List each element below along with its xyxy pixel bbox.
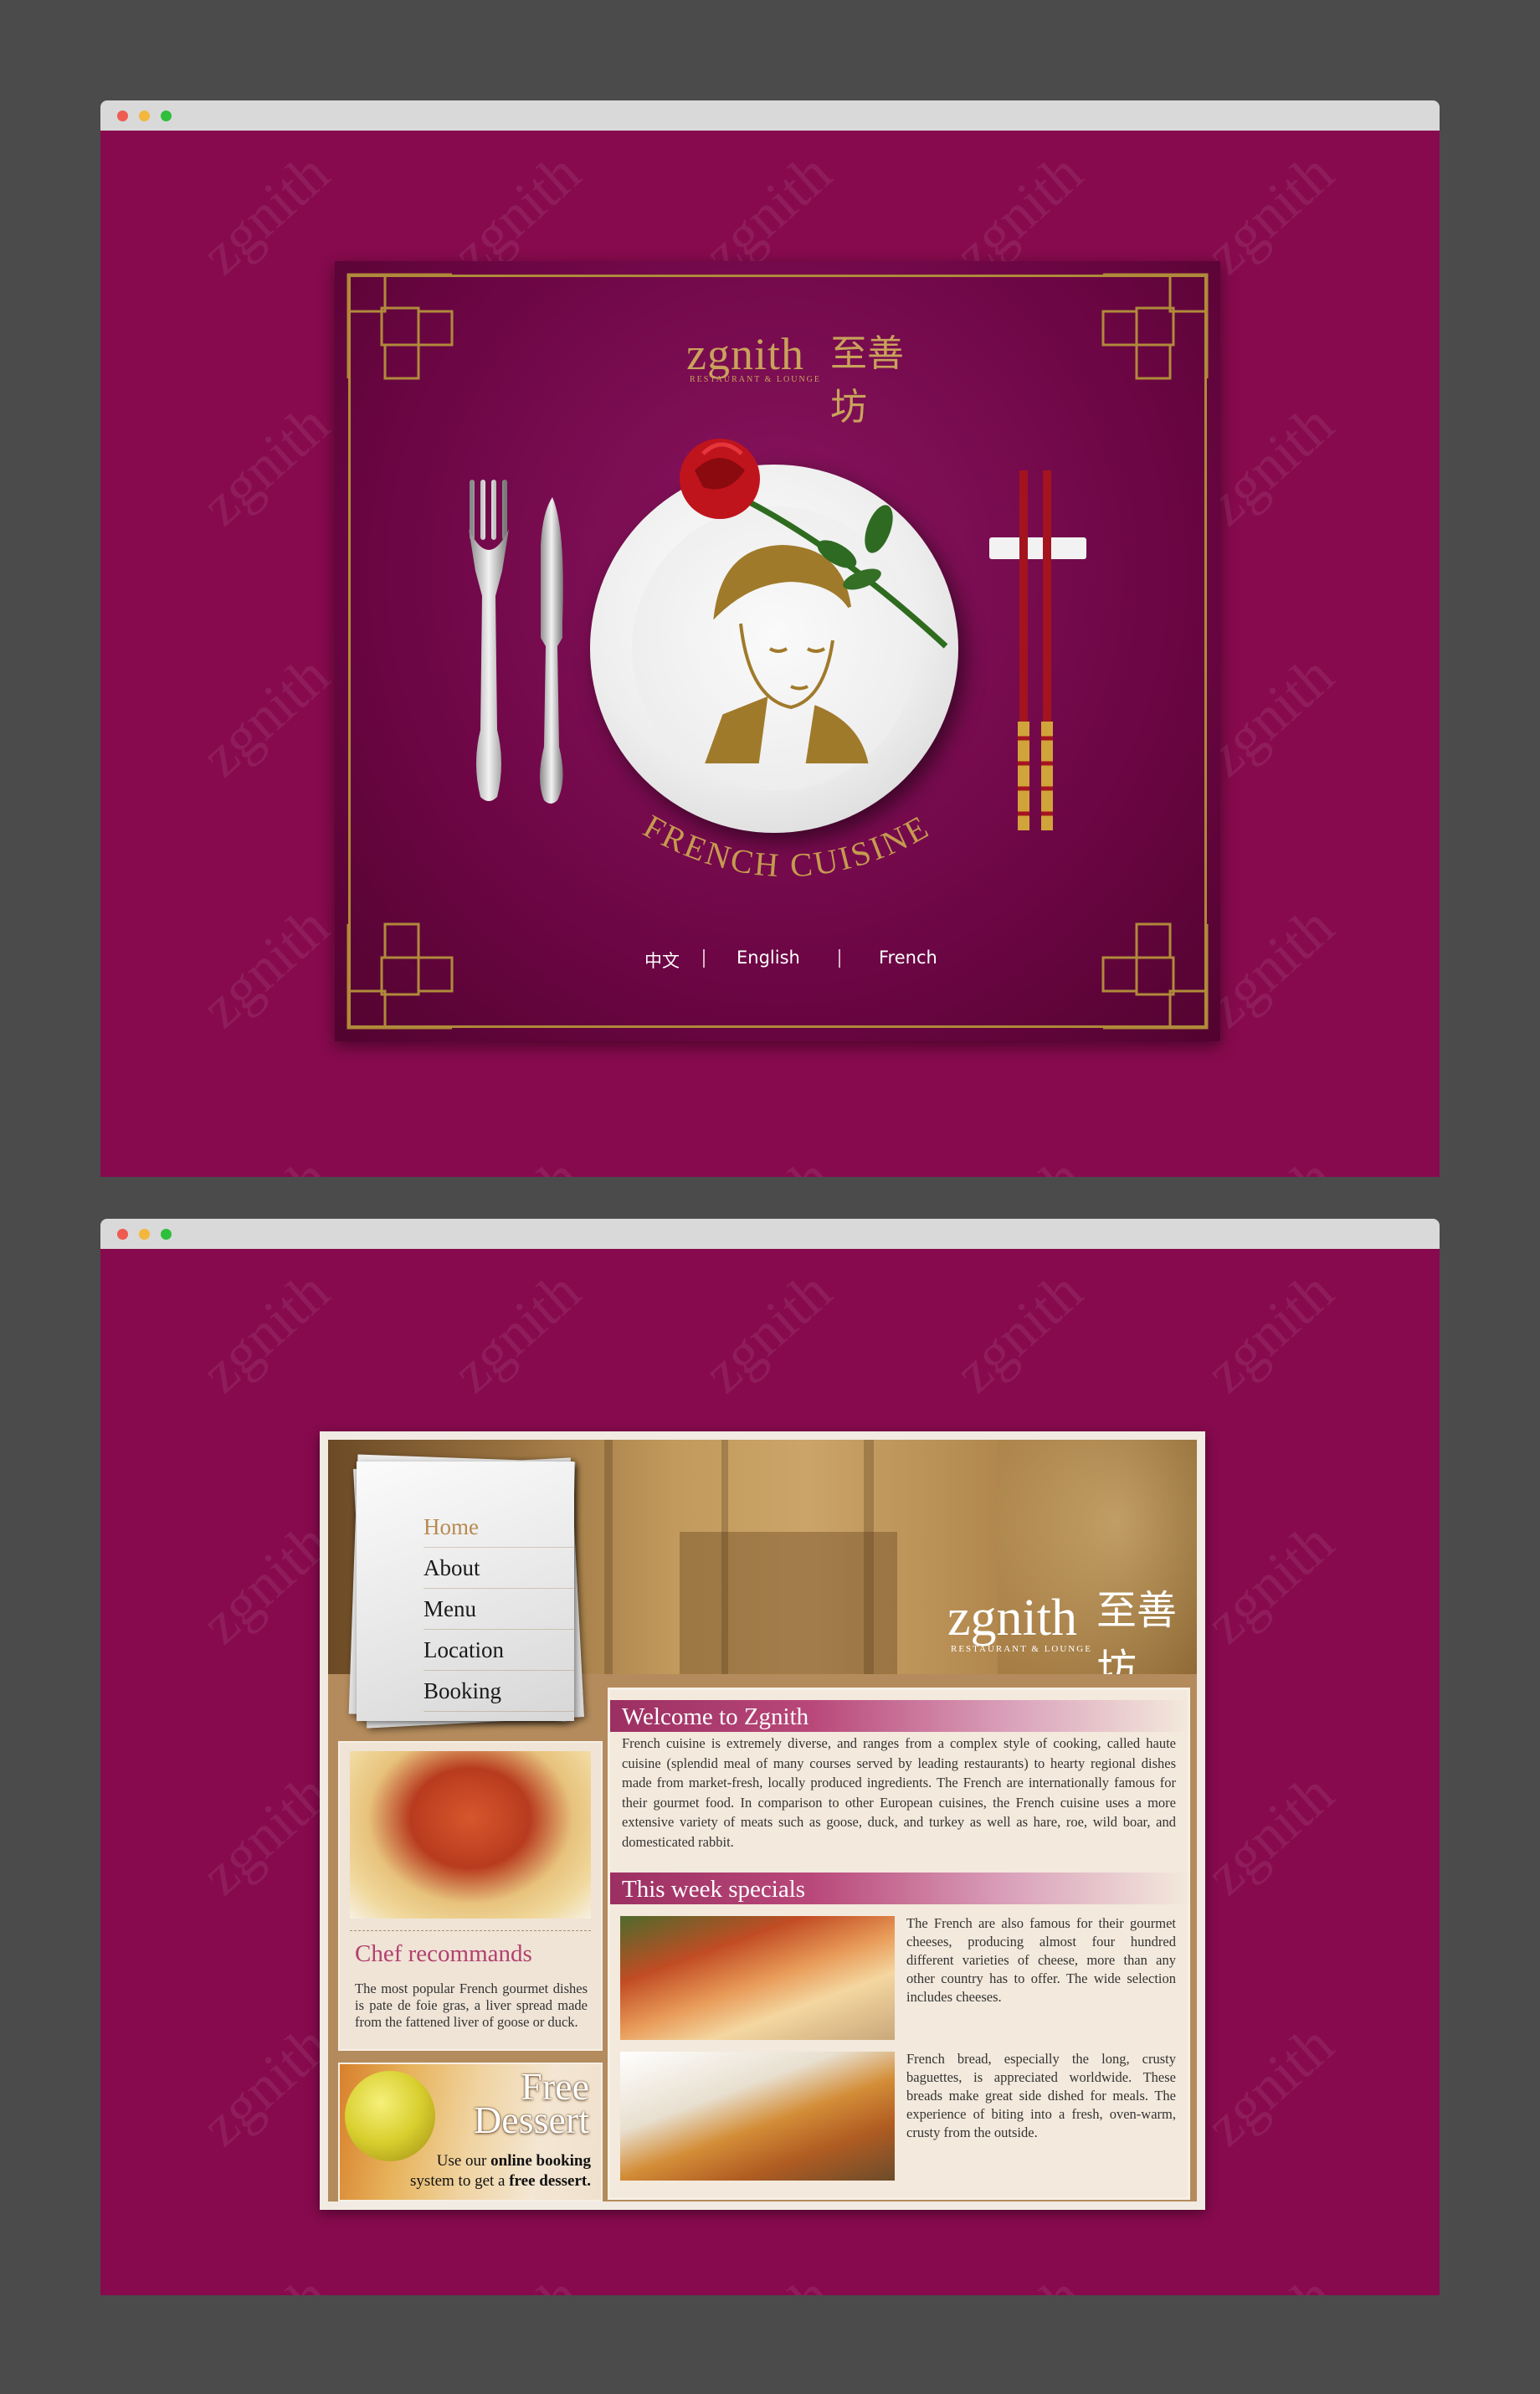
- site-inner: zgnith 至善坊 RESTAURANT & LOUNGE Home Abou…: [328, 1440, 1197, 2201]
- dining-room-image: [680, 1532, 897, 1674]
- close-window-button[interactable]: [117, 1229, 128, 1240]
- lang-french-link[interactable]: French: [879, 948, 937, 968]
- corner-ornament-icon: [346, 273, 454, 380]
- main-content: Welcome to Zgnith French cuisine is extr…: [608, 1688, 1190, 2200]
- corner-ornament-icon: [1101, 922, 1209, 1030]
- specials-heading-bar: This week specials: [610, 1873, 1188, 1904]
- hero-logo-wordmark: zgnith: [947, 1590, 1077, 1647]
- lang-chinese-link[interactable]: 中文: [644, 948, 680, 973]
- splash-logo: zgnith 至善坊 RESTAURANT & LOUNGE: [686, 320, 904, 428]
- specials-title: This week specials: [622, 1876, 806, 1903]
- pasta-photo: [350, 1751, 591, 1919]
- nav-paper: Home About Menu Location Booking: [348, 1454, 584, 1729]
- splash-card: zgnith 至善坊 RESTAURANT & LOUNGE FRENCH CU…: [335, 261, 1220, 1041]
- lang-divider: [839, 949, 840, 968]
- svg-text:FRENCH CUISINE: FRENCH CUISINE: [637, 807, 936, 884]
- maximize-window-button[interactable]: [161, 1229, 172, 1240]
- watermark-logo: zgnith: [691, 2263, 845, 2295]
- logo-tagline: RESTAURANT & LOUNGE: [690, 375, 822, 384]
- cuisine-text: FRENCH CUISINE: [637, 807, 933, 884]
- logo-wordmark: zgnith: [686, 329, 804, 379]
- minimize-window-button[interactable]: [139, 110, 150, 121]
- special-pizza-photo: [620, 2052, 895, 2181]
- watermark-logo: zgnith: [189, 1145, 343, 1177]
- watermark-logo: zgnith: [1194, 1761, 1346, 1908]
- special-text: The French are also famous for their gou…: [906, 1915, 1176, 2005]
- watermark-logo: zgnith: [440, 1259, 593, 1405]
- chef-recommends-box: Chef recommands The most popular French …: [338, 1741, 603, 2051]
- watermark-logo: zgnith: [189, 643, 341, 789]
- corner-ornament-icon: [346, 922, 454, 1030]
- dessert-text: Use our online booking system to get a f…: [410, 2152, 591, 2190]
- rose-icon: [680, 439, 948, 649]
- watermark-logo: zgnith: [691, 1259, 844, 1405]
- dessert-title-line2: Dessert: [474, 2099, 589, 2141]
- nav-about[interactable]: About: [424, 1548, 574, 1589]
- nav-location[interactable]: Location: [424, 1630, 574, 1671]
- special-salmon-photo: [620, 1916, 895, 2040]
- hero-logo-tagline: RESTAURANT & LOUNGE: [951, 1644, 1092, 1654]
- browser-toolbar: [100, 1219, 1440, 1249]
- nav-booking[interactable]: Booking: [424, 1671, 574, 1712]
- divider: [350, 1930, 591, 1931]
- browser-window-home: zgnith zgnith zgnith zgnith zgnith zgnith zgni…: [100, 1219, 1440, 2295]
- fork-icon: [469, 480, 509, 801]
- watermark-logo: zgnith: [189, 392, 341, 538]
- watermark-logo: zgnith: [440, 2263, 594, 2295]
- site-container: zgnith 至善坊 RESTAURANT & LOUNGE Home Abou…: [320, 1431, 1205, 2210]
- watermark-logo: zgnith: [1194, 1145, 1348, 1177]
- free-dessert-banner[interactable]: Free Dessert Use our online booking syst…: [338, 2063, 603, 2201]
- splash-viewport: zgnith zgnith zgnith zgnith zgnith zgnith zgni…: [100, 131, 1440, 1177]
- watermark-logo: zgnith: [189, 1259, 341, 1405]
- browser-toolbar: [100, 100, 1440, 131]
- chopsticks-icon: [989, 470, 1086, 830]
- watermark-logo: zgnith: [691, 1145, 845, 1177]
- close-window-button[interactable]: [117, 110, 128, 121]
- knife-icon: [540, 497, 563, 804]
- nav-home[interactable]: Home: [424, 1507, 574, 1548]
- welcome-text: French cuisine is extremely diverse, and…: [622, 1735, 1176, 1850]
- watermark-logo: zgnith: [942, 1259, 1095, 1405]
- lang-english-link[interactable]: English: [737, 948, 800, 968]
- welcome-title: Welcome to Zgnith: [622, 1703, 809, 1730]
- watermark-logo: zgnith: [189, 141, 341, 287]
- watermark-logo: zgnith: [189, 2263, 343, 2295]
- watermark-logo: zgnith: [1194, 1259, 1346, 1405]
- watermark-logo: zgnith: [189, 894, 341, 1040]
- corner-ornament-icon: [1101, 273, 1209, 380]
- chef-text: The most popular French gourmet dishes i…: [355, 1980, 588, 2030]
- nav-menu[interactable]: Menu: [424, 1589, 574, 1630]
- main-nav: Home About Menu Location Booking: [424, 1507, 574, 1712]
- browser-window-splash: zgnith zgnith zgnith zgnith zgnith zgnith zgni…: [100, 100, 1440, 1177]
- watermark-logo: zgnith: [1194, 2012, 1346, 2159]
- maximize-window-button[interactable]: [161, 110, 172, 121]
- watermark-logo: zgnith: [1194, 1510, 1346, 1657]
- language-selector: 中文 English French: [644, 948, 979, 973]
- special-text: French bread, especially the long, crust…: [906, 2051, 1176, 2140]
- watermark-logo: zgnith: [942, 1145, 1096, 1177]
- logo-chinese: 至善坊: [830, 333, 904, 428]
- chef-title: Chef recommands: [355, 1940, 532, 1967]
- lang-divider: [703, 949, 705, 968]
- welcome-heading-bar: Welcome to Zgnith: [610, 1700, 1188, 1732]
- cuisine-heading: FRENCH CUISINE: [637, 807, 936, 884]
- minimize-window-button[interactable]: [139, 1229, 150, 1240]
- watermark-logo: zgnith: [1194, 2263, 1348, 2295]
- watermark-logo: zgnith: [440, 1145, 594, 1177]
- dessert-photo: [345, 2071, 435, 2161]
- hero-logo-chinese: 至善坊: [1096, 1589, 1178, 1674]
- home-viewport: zgnith zgnith zgnith zgnith zgnith zgnith zgni…: [100, 1249, 1440, 2295]
- watermark-logo: zgnith: [942, 2263, 1096, 2295]
